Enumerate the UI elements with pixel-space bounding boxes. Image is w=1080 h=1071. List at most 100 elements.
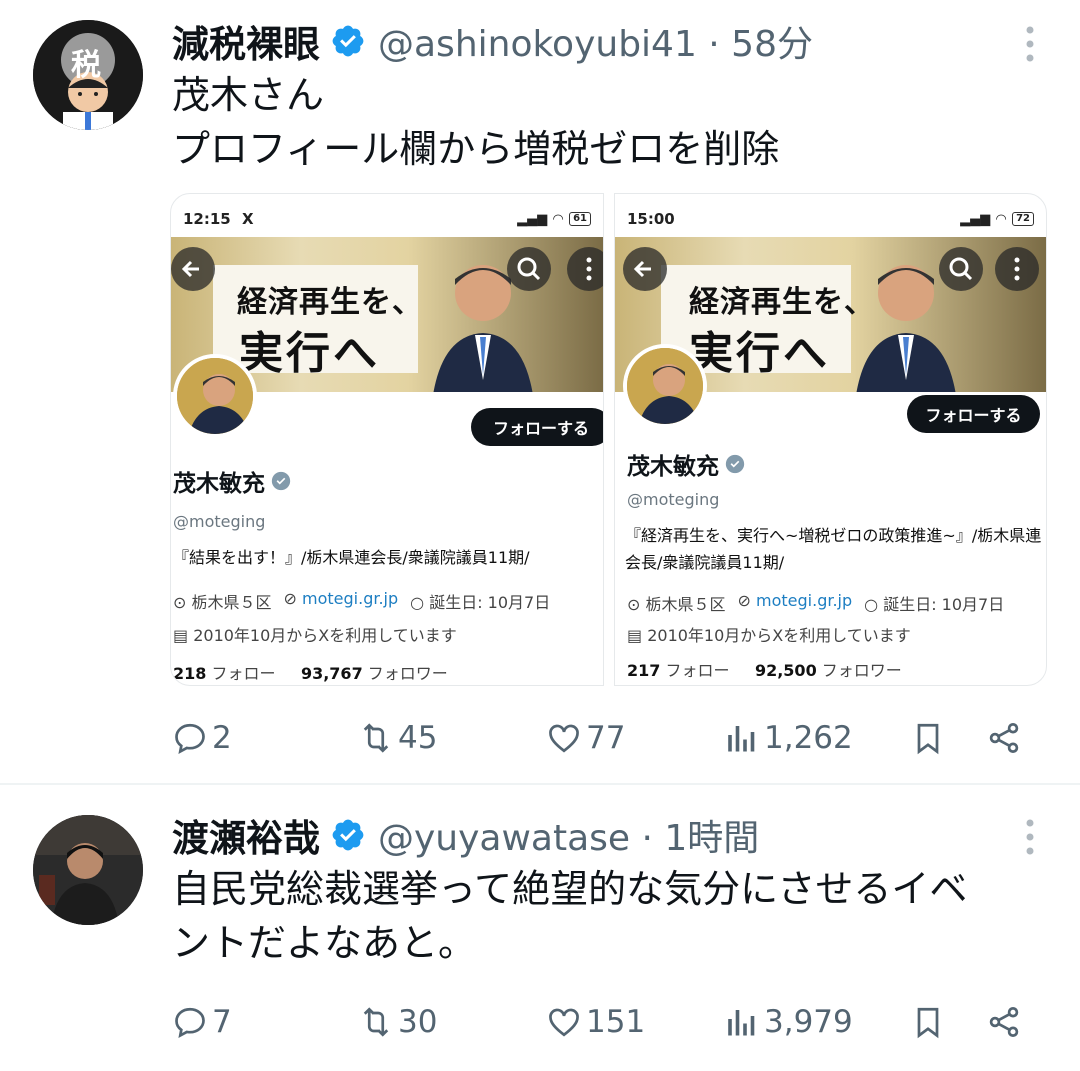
display-name[interactable]: 減税裸眼 <box>172 14 320 68</box>
tweet-header: 減税裸眼 @ashinokoyubi41 · 58分 <box>172 15 813 67</box>
profile-meta: ⊙ 栃木県５区 ⊘ motegi.gr.jp ○ 誕生日: 10月7日 <box>627 591 1004 615</box>
birthday-text: 誕生日: 10月7日 <box>883 595 1005 614</box>
followers-label: フォロワー <box>367 664 448 683</box>
following-count: 218 <box>173 664 207 683</box>
search-button[interactable] <box>939 247 983 291</box>
views-chart-icon <box>728 726 755 752</box>
avatar[interactable]: 税 <box>33 20 143 130</box>
back-button[interactable] <box>171 247 215 291</box>
website-item: ⊘ motegi.gr.jp <box>737 591 853 610</box>
heart-icon <box>549 1008 579 1037</box>
profile-handle: @moteging <box>173 512 266 531</box>
search-icon <box>949 257 973 281</box>
repost-button[interactable]: 30 <box>358 1004 437 1040</box>
reply-button[interactable]: 7 <box>172 1004 232 1040</box>
more-button[interactable] <box>995 247 1039 291</box>
tweet-text-line: プロフィール欄から増税ゼロを削除 <box>172 127 780 171</box>
display-name[interactable]: 渡瀬裕哉 <box>172 808 320 862</box>
reply-count: 7 <box>212 1004 232 1040</box>
views-chart-icon <box>728 1010 755 1036</box>
avatar[interactable] <box>33 815 143 925</box>
wifi-icon: ◠ <box>996 211 1007 227</box>
arrow-left-icon <box>181 260 199 278</box>
handle-and-time[interactable]: @ashinokoyubi41 · 58分 <box>378 15 813 67</box>
more-vertical-icon <box>1014 257 1020 281</box>
profile-handle: @moteging <box>627 490 720 509</box>
tweet-text-line: 茂木さん <box>172 73 325 117</box>
bookmark-button[interactable] <box>910 720 946 756</box>
location-text: 栃木県５区 <box>645 595 726 614</box>
views-count: 1,262 <box>764 720 853 756</box>
like-count: 151 <box>586 1004 646 1040</box>
phone-status-bar: 15:00 ▂▄▆ ◠ 72 <box>627 204 1034 234</box>
more-vertical-icon <box>586 257 592 281</box>
verified-badge-icon <box>332 819 364 851</box>
followers-label: フォロワー <box>821 661 902 680</box>
media-image[interactable]: 15:00 ▂▄▆ ◠ 72 経済再生を、 実行へ フォローする 茂木敏充 @m… <box>614 193 1047 686</box>
repost-count: 30 <box>398 1004 438 1040</box>
follow-button[interactable]: フォローする <box>907 395 1040 433</box>
bookmark-button[interactable] <box>910 1004 946 1040</box>
follow-button[interactable]: フォローする <box>471 408 603 446</box>
like-button[interactable]: 151 <box>546 1004 645 1040</box>
status-time: 15:00 <box>627 210 675 228</box>
views-button[interactable]: 3,979 <box>724 1004 853 1040</box>
tweet-text-line: 自民党総裁選挙って絶望的な気分にさせるイベ <box>172 867 968 911</box>
website-link[interactable]: motegi.gr.jp <box>302 589 398 608</box>
views-count: 3,979 <box>764 1004 853 1040</box>
reply-button[interactable]: 2 <box>172 720 232 756</box>
back-button[interactable] <box>623 247 667 291</box>
profile-name: 茂木敏充 <box>627 447 745 481</box>
followers-count: 93,767 <box>300 664 363 683</box>
website-link[interactable]: motegi.gr.jp <box>756 591 852 610</box>
location-item: ⊙ 栃木県５区 <box>627 595 726 614</box>
verified-gray-icon <box>725 454 745 474</box>
views-button[interactable]: 1,262 <box>724 720 853 756</box>
like-count: 77 <box>586 720 626 756</box>
reply-count: 2 <box>212 720 232 756</box>
more-options-icon[interactable] <box>1024 24 1036 64</box>
website-item: ⊘ motegi.gr.jp <box>283 589 399 608</box>
profile-follow-counts: 217 フォロー 92,500 フォロワー <box>627 657 902 681</box>
verified-gray-icon <box>271 471 291 491</box>
profile-bio: 『結果を出す！』/栃木県連会長/衆議院議員11期/ <box>173 548 530 567</box>
tweet-text: 茂木さん プロフィール欄から増税ゼロを削除 <box>172 68 1052 176</box>
profile-portrait <box>627 348 703 424</box>
reply-icon <box>175 723 205 755</box>
share-icon <box>989 723 1019 753</box>
heart-icon <box>549 724 579 753</box>
battery-icon: 72 <box>1012 212 1034 226</box>
tweet-text: 自民党総裁選挙って絶望的な気分にさせるイベ ントだよなあと。 <box>172 862 1052 970</box>
share-button[interactable] <box>986 720 1022 756</box>
phone-status-bar: 12:15 X ▂▄▆ ◠ 61 <box>183 204 591 234</box>
profile-name-text: 茂木敏充 <box>627 454 719 480</box>
profile-avatar <box>623 344 707 428</box>
more-button[interactable] <box>567 247 603 291</box>
share-button[interactable] <box>986 1004 1022 1040</box>
profile-avatar <box>173 354 257 438</box>
search-button[interactable] <box>507 247 551 291</box>
media-image[interactable]: 12:15 X ▂▄▆ ◠ 61 経済再生を、 実行へ フォローする 茂木敏充 … <box>170 193 604 686</box>
profile-portrait <box>177 358 253 434</box>
birthday-text: 誕生日: 10月7日 <box>429 593 551 612</box>
like-button[interactable]: 77 <box>546 720 625 756</box>
profile-meta: ⊙ 栃木県５区 ⊘ motegi.gr.jp ○ 誕生日: 10月7日 <box>173 589 550 613</box>
banner-slogan-line2: 実行へ <box>239 328 380 379</box>
reply-icon <box>175 1007 205 1039</box>
birthday-item: ○ 誕生日: 10月7日 <box>410 593 551 612</box>
tweet[interactable]: 渡瀬裕哉 @yuyawatase · 1時間 自民党総裁選挙って絶望的な気分にさ… <box>0 787 1080 1071</box>
arrow-left-icon <box>633 260 651 278</box>
more-options-icon[interactable] <box>1024 817 1036 857</box>
handle-and-time[interactable]: @yuyawatase · 1時間 <box>378 809 759 861</box>
tweet[interactable]: 税 減税裸眼 @ashinokoyubi41 · 58分 茂木さん プロフィール… <box>0 0 1080 785</box>
profile-joined: ▤ 2010年10月からXを利用しています <box>173 626 457 645</box>
repost-button[interactable]: 45 <box>358 720 437 756</box>
tweet-header: 渡瀬裕哉 @yuyawatase · 1時間 <box>172 809 759 861</box>
profile-bio: 『経済再生を、実行へ~増税ゼロの政策推進~』/栃木県連会長/衆議院議員11期/ <box>625 526 1042 572</box>
bookmark-icon <box>917 723 939 755</box>
wifi-icon: ◠ <box>553 211 564 227</box>
verified-badge-icon <box>332 25 364 57</box>
following-label: フォロー <box>211 664 276 683</box>
tweet-actions: 2 45 77 1,262 <box>172 715 1032 761</box>
joined-text: 2010年10月からXを利用しています <box>647 626 911 645</box>
